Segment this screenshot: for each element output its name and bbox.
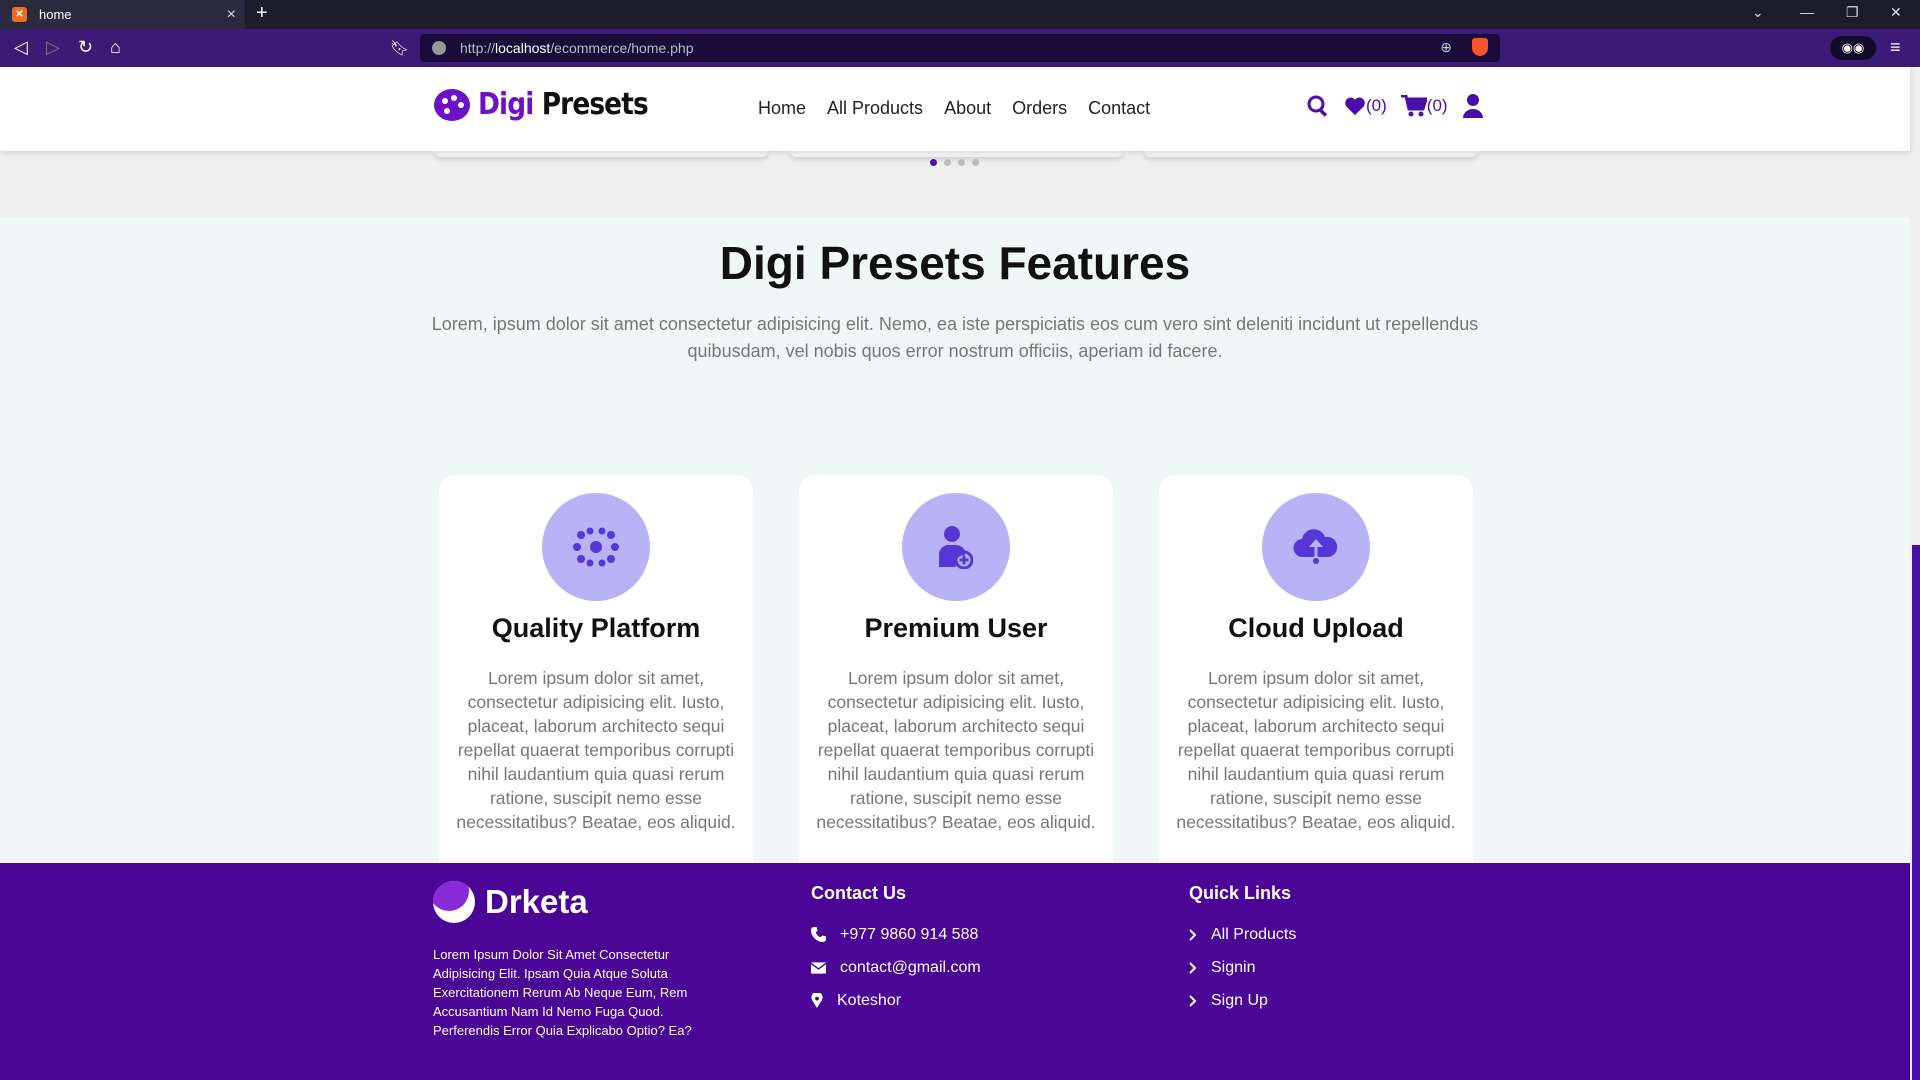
feature-card: Premium User Lorem ipsum dolor sit amet,…: [799, 475, 1113, 891]
nav-orders[interactable]: Orders: [1012, 98, 1067, 119]
page-scrollbar-thumb[interactable]: [1912, 545, 1920, 1080]
chevron-right-icon: [1189, 961, 1197, 974]
carousel-card: [435, 151, 768, 157]
carousel-card: [1144, 151, 1477, 157]
carousel-dot[interactable]: [958, 159, 965, 166]
wishlist-button[interactable]: (0): [1344, 96, 1387, 116]
url-host: localhost: [495, 40, 551, 56]
carousel-dots: [930, 159, 979, 166]
bookmark-icon[interactable]: 🔖︎: [390, 39, 409, 57]
carousel-dot[interactable]: [944, 159, 951, 166]
close-window-icon[interactable]: ✕: [1890, 4, 1902, 21]
features-section: Digi Presets Features Lorem, ipsum dolor…: [0, 217, 1910, 891]
footer-link-signup[interactable]: Sign Up: [1189, 984, 1296, 1017]
forward-icon[interactable]: ▷: [46, 37, 60, 58]
cart-icon: [1400, 95, 1427, 117]
new-tab-icon[interactable]: +: [256, 2, 268, 25]
feature-title: Cloud Upload: [1228, 613, 1404, 643]
xampp-favicon-icon: ✕: [12, 7, 27, 22]
nav-home[interactable]: Home: [758, 98, 806, 119]
logo-word-digi: Digi: [478, 87, 534, 122]
tab-title: home: [39, 7, 72, 22]
browser-tab[interactable]: ✕ home ×: [0, 0, 245, 29]
chevron-right-icon: [1189, 994, 1197, 1007]
feature-text: Lorem ipsum dolor sit amet, consectetur …: [456, 668, 736, 832]
carousel-dot[interactable]: [972, 159, 979, 166]
main-nav: Home All Products About Orders Contact: [758, 98, 1150, 119]
features-title: Digi Presets Features: [719, 237, 1191, 289]
feature-card: Cloud Upload Lorem ipsum dolor sit amet,…: [1159, 475, 1473, 891]
feature-text: Lorem ipsum dolor sit amet, consectetur …: [1176, 668, 1456, 832]
contact-location[interactable]: Koteshor: [811, 984, 981, 1017]
cart-button[interactable]: (0): [1400, 95, 1448, 117]
back-icon[interactable]: ◁: [14, 37, 28, 58]
envelope-icon: [811, 961, 826, 974]
browser-menu-icon[interactable]: ≡: [1890, 37, 1901, 58]
nav-about[interactable]: About: [944, 98, 991, 119]
contact-column: Contact Us +977 9860 914 588 contact@gma…: [811, 883, 981, 1017]
reload-icon[interactable]: ↻: [78, 37, 93, 58]
features-subtitle: Lorem, ipsum dolor sit amet consectetur …: [431, 314, 1479, 361]
site-info-icon[interactable]: [432, 41, 446, 55]
home-icon[interactable]: ⌂: [110, 37, 121, 58]
palette-icon: [434, 88, 470, 121]
feature-card: Quality Platform Lorem ipsum dolor sit a…: [439, 475, 753, 891]
footer-logo[interactable]: Drketa: [433, 881, 588, 923]
url-path: /ecommerce/home.php: [550, 40, 694, 56]
site-header: Digi Presets Home All Products About Ord…: [0, 67, 1910, 151]
browser-tabbar: ✕ home × + ⌄ — ❐ ✕: [0, 0, 1920, 29]
footer-link-signin[interactable]: Signin: [1189, 951, 1296, 984]
restore-icon[interactable]: ❐: [1846, 4, 1859, 21]
tab-search-icon[interactable]: ⌄: [1752, 4, 1764, 21]
user-plus-icon: [902, 493, 1010, 601]
url-prefix: http://: [460, 40, 496, 56]
contact-heading: Contact Us: [811, 883, 907, 903]
site-footer: Drketa Lorem Ipsum Dolor Sit Amet Consec…: [0, 863, 1910, 1080]
location-text: Koteshor: [837, 991, 902, 1009]
header-icons: (0) (0): [1306, 94, 1484, 118]
browser-navbar: ◁ ▷ ↻ ⌂ 🔖︎ http://localhost/ecommerce/ho…: [0, 29, 1920, 67]
network-icon: [542, 493, 650, 601]
feature-text: Lorem ipsum dolor sit amet, consectetur …: [816, 668, 1096, 832]
moon-logo-icon: [433, 881, 475, 923]
heart-icon: [1345, 97, 1365, 116]
feature-title: Premium User: [864, 613, 1048, 643]
address-bar[interactable]: http://localhost/ecommerce/home.php ⊕: [420, 34, 1500, 62]
brave-shield-icon[interactable]: [1472, 38, 1488, 56]
zoom-icon[interactable]: ⊕: [1440, 39, 1452, 56]
quick-links-heading: Quick Links: [1189, 883, 1292, 903]
footer-link-label: Signin: [1211, 958, 1256, 976]
user-icon[interactable]: [1462, 94, 1484, 118]
nav-contact[interactable]: Contact: [1088, 98, 1150, 119]
page-viewport: Digi Presets Home All Products About Ord…: [0, 67, 1920, 1080]
reader-mode-icon[interactable]: ◉◉: [1830, 36, 1876, 60]
footer-description: Lorem Ipsum Dolor Sit Amet Consectetur A…: [433, 947, 692, 1038]
cart-count: (0): [1426, 96, 1448, 115]
phone-text: +977 9860 914 588: [840, 925, 979, 943]
tab-close-icon[interactable]: ×: [227, 6, 236, 24]
site-logo[interactable]: Digi Presets: [434, 87, 671, 122]
footer-link-label: All Products: [1211, 925, 1297, 943]
email-text: contact@gmail.com: [840, 958, 981, 976]
map-pin-icon: [811, 993, 823, 1008]
chevron-right-icon: [1189, 928, 1197, 941]
quick-links-column: Quick Links All Products Signin Sign Up: [1189, 883, 1296, 1017]
footer-brand: Drketa: [485, 883, 588, 920]
minimize-icon[interactable]: —: [1800, 4, 1814, 20]
cloud-upload-icon: [1262, 493, 1370, 601]
logo-word-presets: Presets: [541, 87, 649, 122]
feature-title: Quality Platform: [491, 613, 701, 643]
wishlist-count: (0): [1366, 96, 1387, 115]
footer-link-all-products[interactable]: All Products: [1189, 918, 1296, 951]
phone-icon: [811, 927, 826, 942]
nav-all-products[interactable]: All Products: [827, 98, 923, 119]
carousel-card: [790, 151, 1123, 157]
footer-link-label: Sign Up: [1211, 991, 1268, 1009]
carousel-dot[interactable]: [930, 159, 937, 166]
contact-email[interactable]: contact@gmail.com: [811, 951, 981, 984]
contact-phone[interactable]: +977 9860 914 588: [811, 918, 981, 951]
search-icon[interactable]: [1306, 94, 1330, 118]
